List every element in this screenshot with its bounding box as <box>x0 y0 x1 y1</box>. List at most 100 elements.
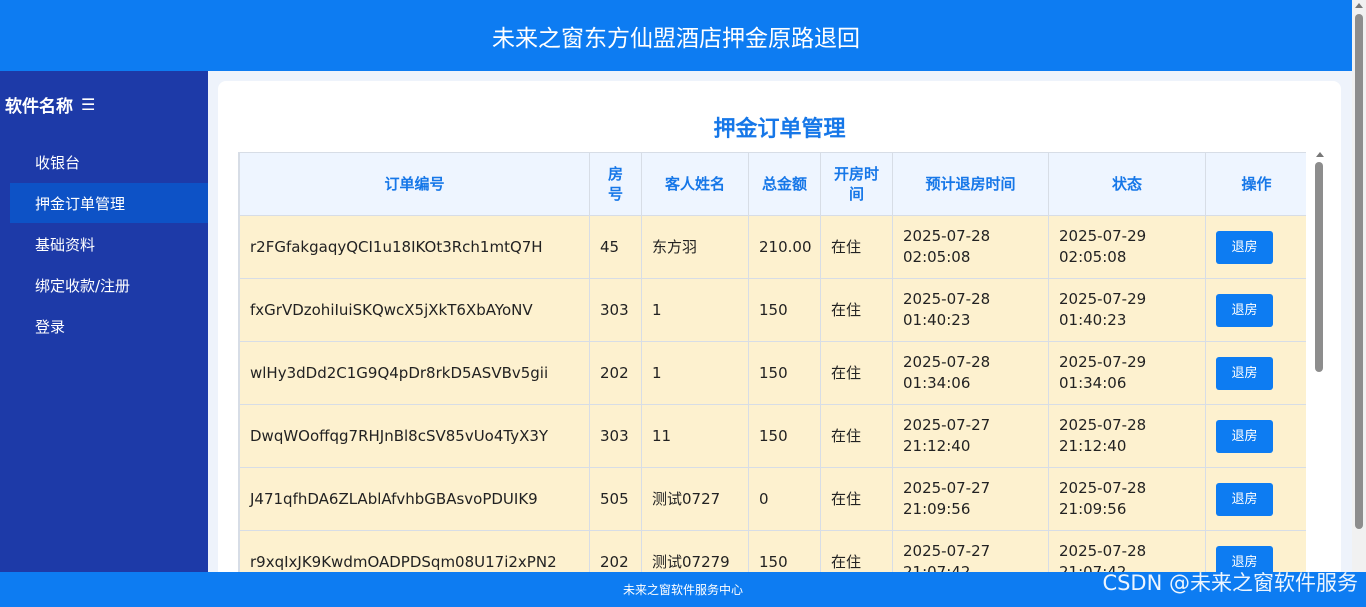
table-row: wlHy3dDd2C1G9Q4pDr8rkD5ASVBv5gii 202 1 1… <box>239 341 1306 405</box>
column-header-checkout[interactable]: 预计退房时间 <box>892 152 1049 216</box>
column-header-action: 操作 <box>1205 152 1306 216</box>
csdn-watermark: CSDN @未来之窗软件服务 <box>1102 571 1358 595</box>
column-header-order-no[interactable]: 订单编号 <box>239 152 590 216</box>
order-no-cell: wlHy3dDd2C1G9Q4pDr8rkD5ASVBv5gii <box>239 341 590 405</box>
checkout-cell: 2025-07-27 21:09:56 <box>892 467 1049 531</box>
footer-text: 未来之窗软件服务中心 <box>622 583 743 597</box>
checkin-cell: 在住 <box>820 341 893 405</box>
order-no-cell: DwqWOoffqg7RHJnBl8cSV85vUo4TyX3Y <box>239 404 590 468</box>
status-cell: 2025-07-29 01:40:23 <box>1048 278 1206 342</box>
checkout-button[interactable]: 退房 <box>1216 482 1273 516</box>
guest-cell: 测试0727 <box>641 467 749 531</box>
checkout-button[interactable]: 退房 <box>1216 230 1273 264</box>
sidebar-item-basic-data[interactable]: 基础资料 <box>10 224 208 264</box>
column-header-checkin[interactable]: 开房时间 <box>820 152 893 216</box>
app-title: 未来之窗东方仙盟酒店押金原路退回 <box>492 25 860 52</box>
checkout-button[interactable]: 退房 <box>1216 356 1273 390</box>
order-no-cell: J471qfhDA6ZLAblAfvhbGBAsvoPDUIK9 <box>239 467 590 531</box>
checkout-button[interactable]: 退房 <box>1216 419 1273 453</box>
sidebar-item-bind-payment[interactable]: 绑定收款/注册 <box>10 265 208 305</box>
room-cell: 202 <box>589 341 642 405</box>
room-cell: 505 <box>589 467 642 531</box>
scroll-up-icon[interactable] <box>1316 152 1324 157</box>
status-time: 21:12:40 <box>1059 437 1127 455</box>
column-header-amount[interactable]: 总金额 <box>748 152 821 216</box>
room-cell: 303 <box>589 404 642 468</box>
checkout-time: 01:34:06 <box>903 374 971 392</box>
checkout-cell: 2025-07-28 01:40:23 <box>892 278 1049 342</box>
table-scrollbar[interactable] <box>1315 152 1325 582</box>
main-content: 押金订单管理 订单编号 房号 客人姓名 总金额 开房时间 预计退房时间 状态 操… <box>208 71 1352 582</box>
app-name: 软件名称 <box>5 96 73 117</box>
amount-cell: 150 <box>748 341 821 405</box>
status-date: 2025-07-28 <box>1059 416 1147 434</box>
checkin-cell: 在住 <box>820 215 893 279</box>
sidebar-item-login[interactable]: 登录 <box>10 306 208 346</box>
amount-cell: 210.00 <box>748 215 821 279</box>
status-time: 21:09:56 <box>1059 500 1127 518</box>
status-time: 01:34:06 <box>1059 374 1127 392</box>
scroll-up-icon[interactable] <box>1355 3 1363 8</box>
amount-cell: 150 <box>748 278 821 342</box>
guest-cell: 11 <box>641 404 749 468</box>
guest-cell: 1 <box>641 278 749 342</box>
sidebar-item-cashier[interactable]: 收银台 <box>10 142 208 182</box>
table-row: DwqWOoffqg7RHJnBl8cSV85vUo4TyX3Y 303 11 … <box>239 404 1306 468</box>
column-header-room[interactable]: 房号 <box>589 152 642 216</box>
status-cell: 2025-07-28 21:12:40 <box>1048 404 1206 468</box>
checkout-cell: 2025-07-28 01:34:06 <box>892 341 1049 405</box>
page-scrollbar-thumb[interactable] <box>1355 14 1363 529</box>
sidebar-item-label: 登录 <box>35 317 66 336</box>
room-cell: 45 <box>589 215 642 279</box>
checkout-time: 01:40:23 <box>903 311 971 329</box>
checkin-cell: 在住 <box>820 404 893 468</box>
sidebar-item-label: 基础资料 <box>35 235 96 254</box>
status-date: 2025-07-28 <box>1059 542 1147 560</box>
orders-table: 订单编号 房号 客人姓名 总金额 开房时间 预计退房时间 状态 操作 r2FGf… <box>239 152 1306 582</box>
action-cell: 退房 <box>1205 341 1306 405</box>
table-row: fxGrVDzohiIuiSKQwcX5jXkT6XbAYoNV 303 1 1… <box>239 278 1306 342</box>
table-row: r2FGfakgaqyQCI1u18IKOt3Rch1mtQ7H 45 东方羽 … <box>239 215 1306 279</box>
status-time: 02:05:08 <box>1059 248 1127 266</box>
checkout-button[interactable]: 退房 <box>1216 293 1273 327</box>
checkout-cell: 2025-07-27 21:12:40 <box>892 404 1049 468</box>
action-cell: 退房 <box>1205 278 1306 342</box>
checkout-cell: 2025-07-28 02:05:08 <box>892 215 1049 279</box>
guest-cell: 1 <box>641 341 749 405</box>
sidebar-item-label: 收银台 <box>35 153 81 172</box>
column-header-status[interactable]: 状态 <box>1048 152 1206 216</box>
orders-table-container[interactable]: 订单编号 房号 客人姓名 总金额 开房时间 预计退房时间 状态 操作 r2FGf… <box>238 152 1306 582</box>
table-row: J471qfhDA6ZLAblAfvhbGBAsvoPDUIK9 505 测试0… <box>239 467 1306 531</box>
checkout-date: 2025-07-27 <box>903 479 991 497</box>
page-scrollbar[interactable] <box>1352 0 1366 572</box>
sidebar-item-deposit-orders[interactable]: 押金订单管理 <box>10 183 208 223</box>
content-card: 押金订单管理 订单编号 房号 客人姓名 总金额 开房时间 预计退房时间 状态 操… <box>218 81 1341 582</box>
sidebar: 软件名称 ☰ 收银台 押金订单管理 基础资料 绑定收款/注册 登录 <box>0 71 208 572</box>
amount-cell: 0 <box>748 467 821 531</box>
checkout-date: 2025-07-27 <box>903 416 991 434</box>
checkout-date: 2025-07-28 <box>903 227 991 245</box>
sidebar-header: 软件名称 ☰ <box>0 71 208 137</box>
status-cell: 2025-07-29 02:05:08 <box>1048 215 1206 279</box>
action-cell: 退房 <box>1205 404 1306 468</box>
amount-cell: 150 <box>748 404 821 468</box>
status-date: 2025-07-28 <box>1059 479 1147 497</box>
checkout-date: 2025-07-28 <box>903 290 991 308</box>
order-no-cell: r2FGfakgaqyQCI1u18IKOt3Rch1mtQ7H <box>239 215 590 279</box>
menu-icon[interactable]: ☰ <box>81 95 95 114</box>
table-scrollbar-thumb[interactable] <box>1315 162 1323 372</box>
order-no-cell: fxGrVDzohiIuiSKQwcX5jXkT6XbAYoNV <box>239 278 590 342</box>
column-header-guest[interactable]: 客人姓名 <box>641 152 749 216</box>
guest-cell: 东方羽 <box>641 215 749 279</box>
page-title: 押金订单管理 <box>713 117 846 142</box>
checkout-time: 02:05:08 <box>903 248 971 266</box>
status-date: 2025-07-29 <box>1059 353 1147 371</box>
status-time: 01:40:23 <box>1059 311 1127 329</box>
action-cell: 退房 <box>1205 467 1306 531</box>
room-cell: 303 <box>589 278 642 342</box>
action-cell: 退房 <box>1205 215 1306 279</box>
checkin-cell: 在住 <box>820 467 893 531</box>
status-cell: 2025-07-29 01:34:06 <box>1048 341 1206 405</box>
sidebar-item-label: 押金订单管理 <box>35 194 126 213</box>
checkin-cell: 在住 <box>820 278 893 342</box>
